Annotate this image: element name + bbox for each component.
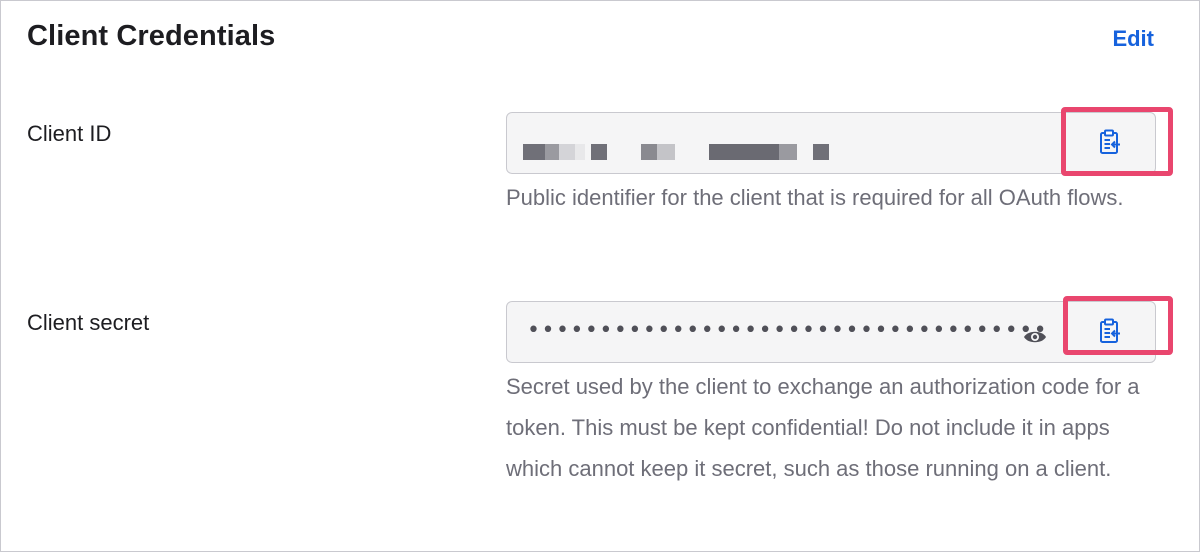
copy-button-highlight [1063, 296, 1173, 355]
copy-button-highlight [1061, 107, 1173, 176]
client-id-label: Client ID [27, 121, 112, 146]
client-secret-label: Client secret [27, 310, 150, 335]
client-id-help-text: Public identifier for the client that is… [506, 185, 1124, 210]
client-secret-field: •••••••••••••••••••••••••••••••••••• [506, 301, 1156, 363]
eye-icon[interactable] [1023, 329, 1047, 350]
client-credentials-panel: Client Credentials Edit Client ID Public… [0, 0, 1200, 552]
section-title: Client Credentials [27, 20, 276, 52]
client-secret-help-text: Secret used by the client to exchange an… [506, 374, 1140, 481]
client-secret-masked-value: •••••••••••••••••••••••••••••••••••• [527, 318, 1049, 343]
edit-button[interactable]: Edit [1112, 26, 1154, 52]
client-id-field [506, 112, 1156, 174]
